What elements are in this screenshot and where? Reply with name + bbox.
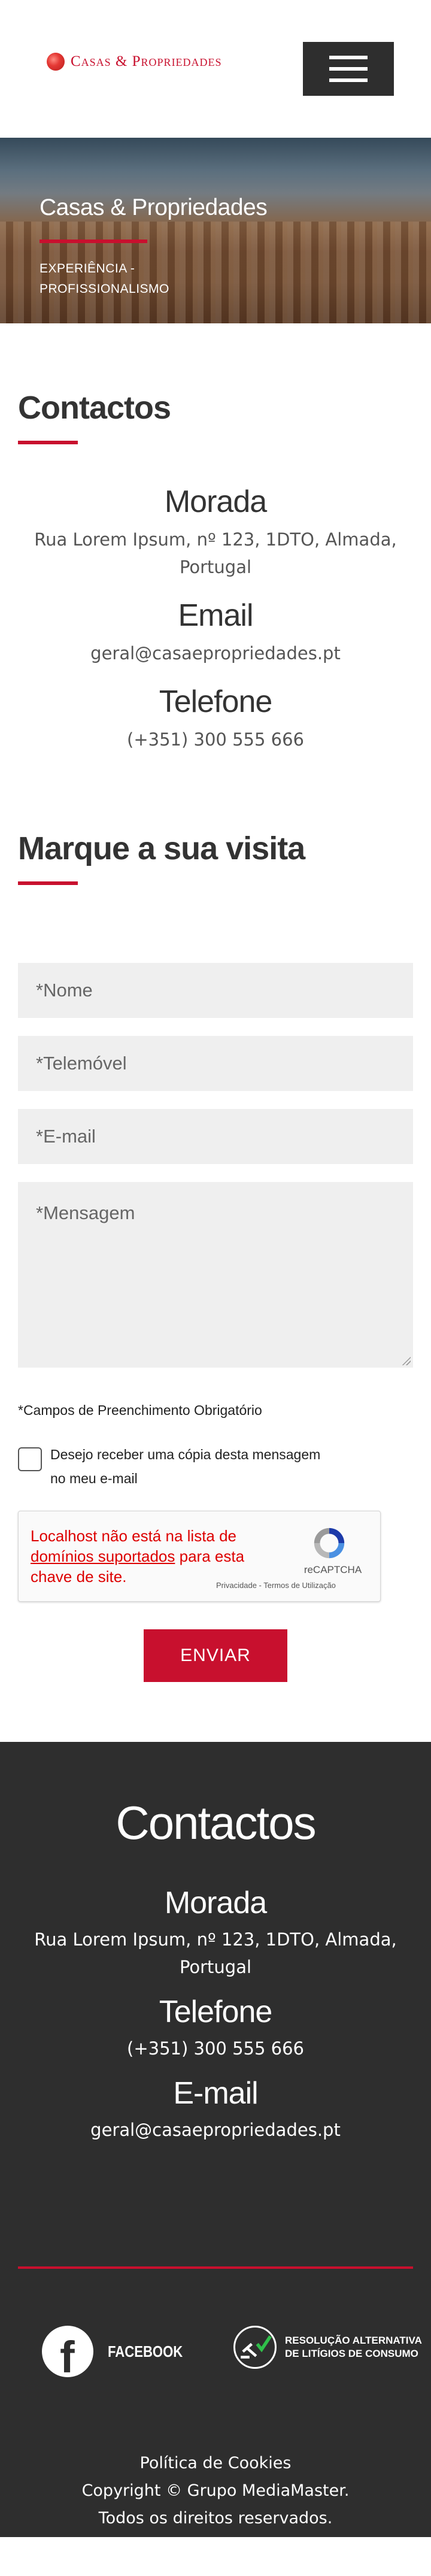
email-field[interactable]: *E-mail <box>18 1109 413 1164</box>
copy-checkbox-row[interactable]: Desejo receber uma cópia desta mensagem … <box>18 1442 413 1490</box>
visit-title: Marque a sua visita <box>18 831 305 866</box>
hero-subtitle: EXPERIÊNCIA - PROFISSIONALISMO <box>40 262 169 296</box>
footer-address-block: Morada Rua Lorem Ipsum, nº 123, 1DTO, Al… <box>0 1885 431 1981</box>
phone-block: Telefone (+351) 300 555 666 <box>0 684 431 753</box>
recaptcha-widget[interactable]: Localhost não está na lista de domínios … <box>18 1511 381 1602</box>
footer-phone-label: Telefone <box>159 1995 273 2029</box>
copy-checkbox[interactable] <box>18 1447 42 1471</box>
site-logo[interactable]: Casas & Propriedades <box>47 53 222 71</box>
ral-label: RESOLUÇÃO ALTERNATIVA DE LITÍGIOS DE CON… <box>285 2335 422 2359</box>
footer-legal: Política de Cookies Copyright © Grupo Me… <box>0 2450 431 2532</box>
email-link[interactable]: geral@casaepropriedades.pt <box>0 640 431 667</box>
footer-email-link[interactable]: geral@casaepropriedades.pt <box>0 2116 431 2144</box>
send-button[interactable]: ENVIAR <box>144 1629 287 1682</box>
facebook-link[interactable]: f FACEBOOK <box>42 2326 196 2382</box>
footer-title: Contactos <box>116 1796 316 1849</box>
hero-title: Casas & Propriedades <box>40 195 268 220</box>
hamburger-menu-icon <box>329 56 368 59</box>
footer-phone-block: Telefone (+351) 300 555 666 <box>0 1994 431 2062</box>
email-block: Email geral@casaepropriedades.pt <box>0 598 431 667</box>
mobile-field[interactable]: *Telemóvel <box>18 1036 413 1091</box>
footer-email-block: E-mail geral@casaepropriedades.pt <box>0 2075 431 2144</box>
copyright-text: Copyright © Grupo MediaMaster. <box>81 2481 350 2500</box>
menu-button[interactable] <box>303 42 394 96</box>
scales-icon <box>233 2326 277 2369</box>
name-field[interactable]: *Nome <box>18 963 413 1018</box>
contacts-title-underline <box>18 441 78 444</box>
supported-domains-link[interactable]: domínios suportados <box>31 1547 175 1565</box>
footer-divider <box>18 2266 413 2269</box>
facebook-label: FACEBOOK <box>108 2342 183 2360</box>
resize-grip-icon[interactable] <box>401 1356 411 1365</box>
ral-link[interactable]: RESOLUÇÃO ALTERNATIVA DE LITÍGIOS DE CON… <box>233 2326 422 2369</box>
phone-label: Telefone <box>159 684 273 719</box>
copy-checkbox-label: Desejo receber uma cópia desta mensagem … <box>50 1447 321 1486</box>
hero-accent-bar <box>40 240 147 243</box>
rights-text: Todos os direitos reservados. <box>98 2509 333 2527</box>
visit-section: Marque a sua visita *Nome *Telemóvel *E-… <box>0 753 431 1682</box>
footer-email-label: E-mail <box>173 2076 258 2111</box>
footer-address-line-1: Rua Lorem Ipsum, nº 123, 1DTO, Almada, <box>34 1929 397 1950</box>
recaptcha-icon <box>314 1528 345 1559</box>
site-footer: Contactos Morada Rua Lorem Ipsum, nº 123… <box>0 1742 431 2537</box>
logo-mark-icon <box>47 53 65 71</box>
address-block: Morada Rua Lorem Ipsum, nº 123, 1DTO, Al… <box>0 484 431 581</box>
address-line-1: Rua Lorem Ipsum, nº 123, 1DTO, Almada, <box>34 529 397 550</box>
footer-address-label: Morada <box>164 1886 267 1920</box>
phone-link[interactable]: (+351) 300 555 666 <box>0 726 431 753</box>
required-note: *Campos de Preenchimento Obrigatório <box>18 1402 262 1418</box>
footer-phone-link[interactable]: (+351) 300 555 666 <box>0 2035 431 2062</box>
message-placeholder: *Mensagem <box>36 1202 135 1223</box>
recaptcha-brand: reCAPTCHA <box>303 1564 362 1575</box>
hero-banner: Casas & Propriedades EXPERIÊNCIA - PROFI… <box>0 138 431 323</box>
contacts-section: Contactos Morada Rua Lorem Ipsum, nº 123… <box>0 323 431 753</box>
facebook-icon: f <box>42 2326 93 2382</box>
cookies-link[interactable]: Política de Cookies <box>0 2450 431 2477</box>
site-header: Casas & Propriedades <box>0 0 431 138</box>
address-line-2: Portugal <box>179 557 252 577</box>
footer-address-line-2: Portugal <box>179 1957 252 1977</box>
message-field[interactable]: *Mensagem <box>18 1182 413 1368</box>
logo-text: Casas & Propriedades <box>71 53 222 69</box>
email-label: Email <box>178 598 253 633</box>
visit-title-underline <box>18 881 78 885</box>
recaptcha-links[interactable]: Privacidade - Termos de Utilização <box>216 1581 336 1590</box>
recaptcha-error: Localhost não está na lista de domínios … <box>31 1527 245 1586</box>
address-label: Morada <box>164 484 267 519</box>
contacts-title: Contactos <box>18 390 171 426</box>
visit-form: *Nome *Telemóvel *E-mail *Mensagem *Camp… <box>0 963 431 1682</box>
